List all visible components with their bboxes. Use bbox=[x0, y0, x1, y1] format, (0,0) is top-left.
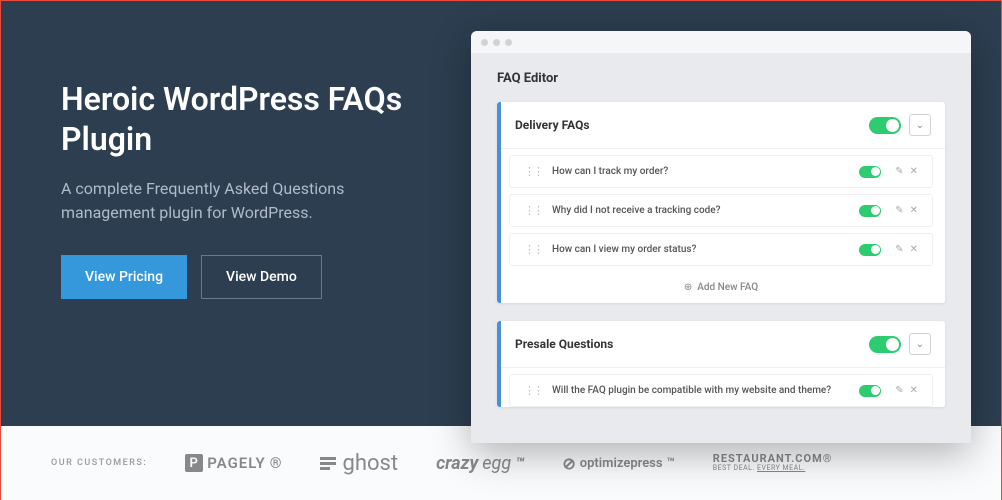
hero-subtitle: A complete Frequently Asked Questions ma… bbox=[61, 177, 441, 225]
faq-toggle[interactable] bbox=[859, 244, 881, 256]
faq-toggle[interactable] bbox=[859, 166, 881, 178]
optimizepress-icon: ⊘ bbox=[562, 454, 575, 473]
window-dot-icon bbox=[505, 39, 512, 46]
group-title: Presale Questions bbox=[515, 337, 869, 351]
faq-group: Delivery FAQs ⌄ ⋮⋮ How can I track my or… bbox=[497, 102, 945, 303]
edit-icon[interactable]: ✎ bbox=[895, 205, 903, 216]
drag-handle-icon[interactable]: ⋮⋮ bbox=[524, 165, 542, 178]
hero-text: Heroic WordPress FAQs Plugin A complete … bbox=[1, 1, 441, 426]
edit-icon[interactable]: ✎ bbox=[895, 385, 903, 396]
group-title: Delivery FAQs bbox=[515, 118, 869, 132]
group-header: Delivery FAQs ⌄ bbox=[497, 102, 945, 149]
faq-row[interactable]: ⋮⋮ Why did I not receive a tracking code… bbox=[509, 194, 933, 227]
drag-handle-icon[interactable]: ⋮⋮ bbox=[524, 243, 542, 256]
window-dot-icon bbox=[481, 39, 488, 46]
expand-button[interactable]: ⌄ bbox=[909, 333, 931, 355]
close-icon[interactable]: ✕ bbox=[910, 244, 918, 255]
faq-question: How can I track my order? bbox=[552, 166, 859, 177]
group-toggle[interactable] bbox=[869, 117, 901, 134]
group-header: Presale Questions ⌄ bbox=[497, 321, 945, 368]
drag-handle-icon[interactable]: ⋮⋮ bbox=[524, 384, 542, 397]
ghost-icon bbox=[320, 457, 336, 470]
logo-restaurant: RESTAURANT.COM®BEST DEAL. EVERY MEAL. bbox=[713, 453, 833, 473]
close-icon[interactable]: ✕ bbox=[910, 166, 918, 177]
faq-editor-window: FAQ Editor Delivery FAQs ⌄ ⋮⋮ How can I … bbox=[471, 31, 971, 443]
editor-title: FAQ Editor bbox=[497, 71, 945, 86]
view-pricing-button[interactable]: View Pricing bbox=[61, 255, 187, 299]
faq-question: Will the FAQ plugin be compatible with m… bbox=[552, 385, 859, 396]
pagely-icon: P bbox=[185, 454, 203, 472]
hero-buttons: View Pricing View Demo bbox=[61, 255, 441, 299]
customers-label: OUR CUSTOMERS: bbox=[51, 458, 147, 468]
chevron-down-icon: ⌄ bbox=[916, 120, 924, 131]
faq-toggle[interactable] bbox=[859, 385, 881, 397]
editor-body: FAQ Editor Delivery FAQs ⌄ ⋮⋮ How can I … bbox=[471, 53, 971, 443]
expand-button[interactable]: ⌄ bbox=[909, 114, 931, 136]
close-icon[interactable]: ✕ bbox=[910, 205, 918, 216]
faq-question: Why did I not receive a tracking code? bbox=[552, 205, 859, 216]
edit-icon[interactable]: ✎ bbox=[895, 244, 903, 255]
hero-title: Heroic WordPress FAQs Plugin bbox=[61, 79, 441, 159]
logo-pagely: PPAGELY® bbox=[185, 454, 282, 472]
add-faq-button[interactable]: Add New FAQ bbox=[497, 272, 945, 303]
faq-row[interactable]: ⋮⋮ Will the FAQ plugin be compatible wit… bbox=[509, 374, 933, 407]
logo-optimizepress: ⊘optimizepress™ bbox=[562, 454, 674, 473]
faq-question: How can I view my order status? bbox=[552, 244, 859, 255]
logo-ghost: ghost bbox=[320, 451, 398, 476]
group-toggle[interactable] bbox=[869, 336, 901, 353]
window-titlebar bbox=[471, 31, 971, 53]
logo-crazyegg: crazyegg™ bbox=[436, 453, 524, 474]
hero-section: Heroic WordPress FAQs Plugin A complete … bbox=[1, 1, 1001, 426]
view-demo-button[interactable]: View Demo bbox=[201, 255, 322, 299]
faq-row[interactable]: ⋮⋮ How can I track my order? ✎ ✕ bbox=[509, 155, 933, 188]
faq-group: Presale Questions ⌄ ⋮⋮ Will the FAQ plug… bbox=[497, 321, 945, 407]
chevron-down-icon: ⌄ bbox=[916, 339, 924, 350]
edit-icon[interactable]: ✎ bbox=[895, 166, 903, 177]
faq-toggle[interactable] bbox=[859, 205, 881, 217]
drag-handle-icon[interactable]: ⋮⋮ bbox=[524, 204, 542, 217]
faq-row[interactable]: ⋮⋮ How can I view my order status? ✎ ✕ bbox=[509, 233, 933, 266]
close-icon[interactable]: ✕ bbox=[910, 385, 918, 396]
window-dot-icon bbox=[493, 39, 500, 46]
